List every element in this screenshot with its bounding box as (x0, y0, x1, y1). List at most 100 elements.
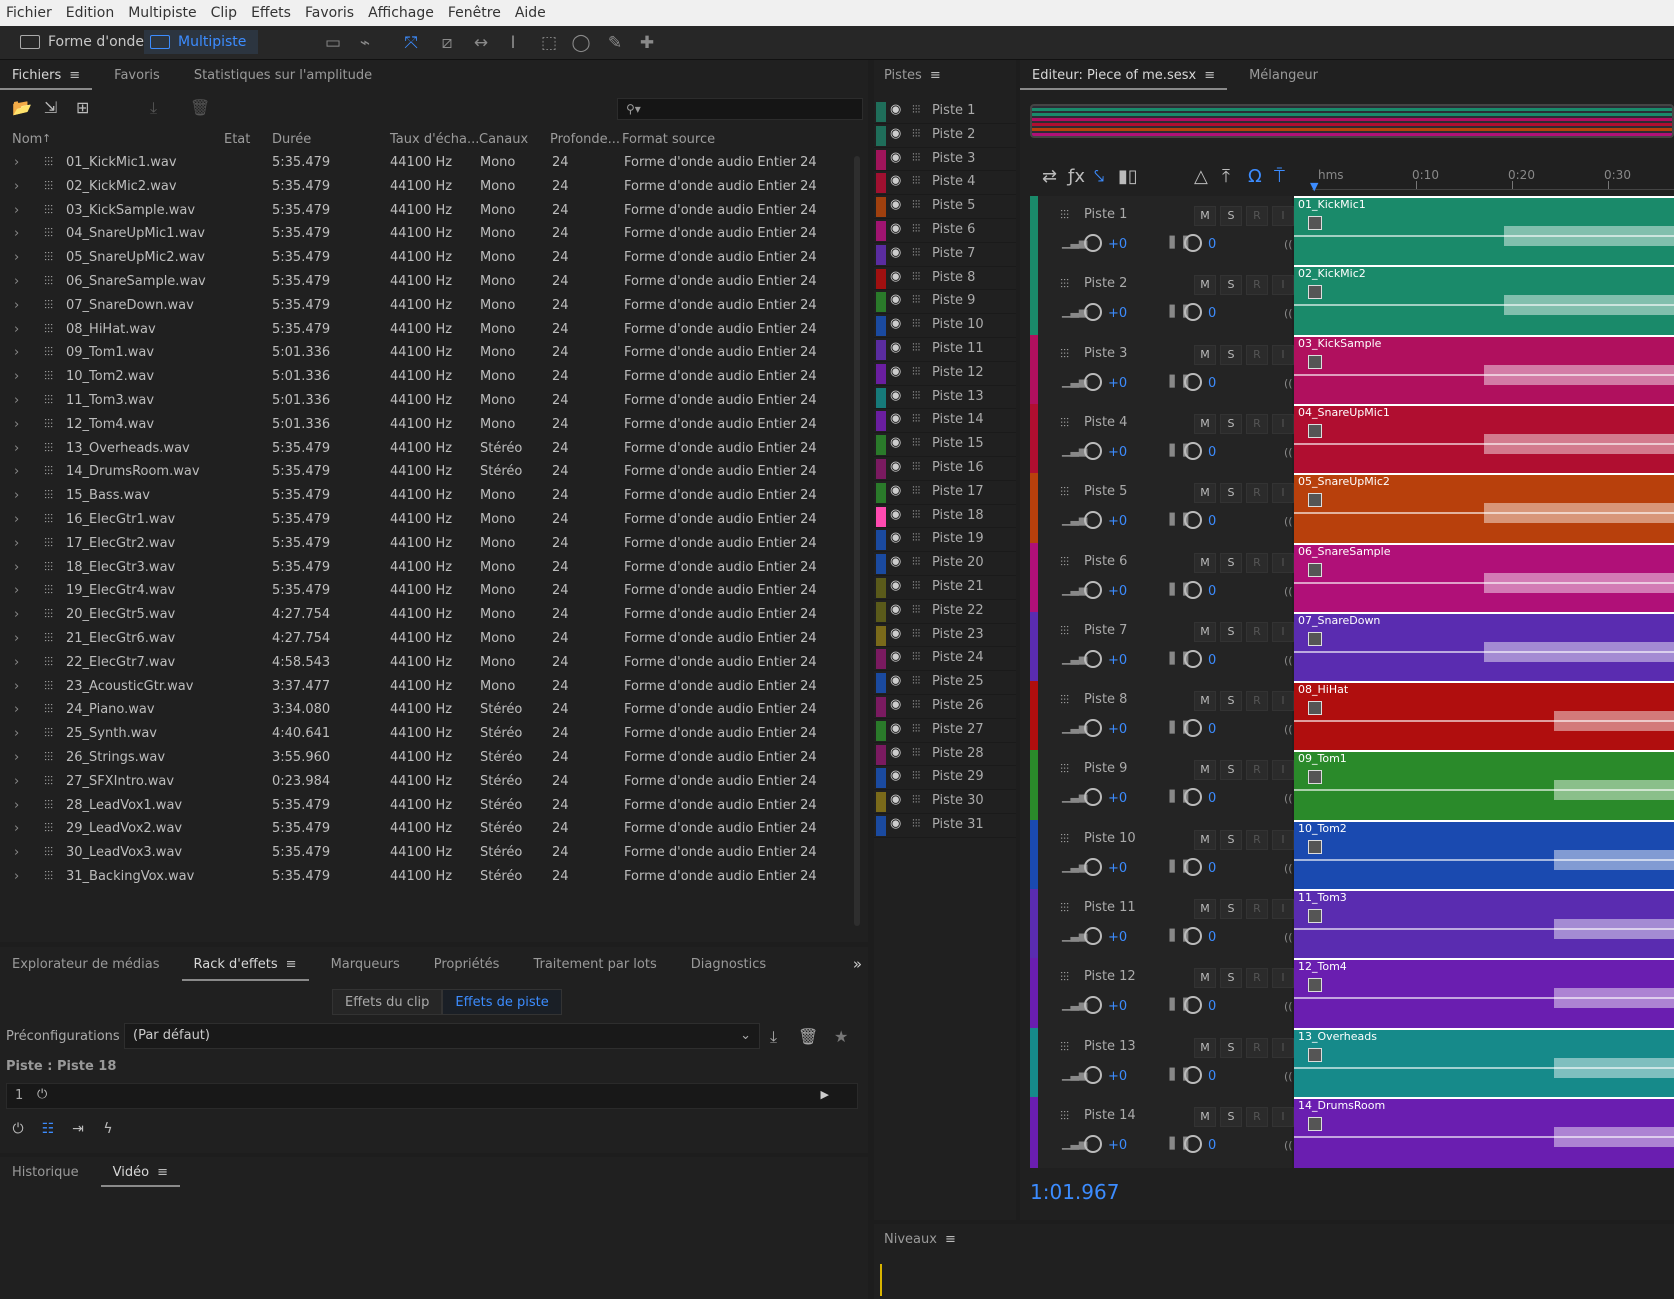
session-overview[interactable] (1030, 104, 1674, 138)
track-list-item[interactable]: ◉ ⫶⫶⫶ Piste 8 (874, 267, 1016, 291)
track-list-item[interactable]: ◉ ⫶⫶⫶ Piste 14 (874, 409, 1016, 434)
eye-icon[interactable]: ◉ (890, 364, 901, 379)
track-r-button[interactable]: R (1246, 344, 1268, 365)
track-m-button[interactable]: M (1194, 483, 1216, 504)
track-header-name[interactable]: Piste 2 (1084, 276, 1127, 291)
track-list-item[interactable]: ◉ ⫶⫶⫶ Piste 11 (874, 338, 1016, 362)
menu-item[interactable]: Favoris (305, 5, 354, 21)
pitch-display-icon[interactable]: ⌁ (354, 32, 376, 54)
file-row[interactable]: › ⫶⫶⫶ 24_Piano.wav 3:34.080 44100 Hz Stéréo 24… (0, 699, 852, 723)
tab[interactable]: Propriétés (422, 947, 512, 983)
expand-chevron-icon[interactable]: › (14, 631, 19, 646)
track-lane[interactable]: ⫶⫶⫶Piste 3MSRI▁▃▅+0▕▌▐▏0((•))03_KickSamp… (1030, 334, 1674, 409)
volume-value[interactable]: +0 (1108, 930, 1127, 945)
eye-icon[interactable]: ◉ (890, 388, 901, 403)
track-list-item[interactable]: ◉ ⫶⫶⫶ Piste 31 (874, 814, 1016, 838)
volume-knob[interactable] (1084, 372, 1102, 391)
track-list-item[interactable]: ◉ ⫶⫶⫶ Piste 7 (874, 243, 1016, 267)
track-list-item[interactable]: ◉ ⫶⫶⫶ Piste 28 (874, 743, 1016, 767)
track-i-button[interactable]: I (1272, 899, 1294, 919)
eye-icon[interactable]: ◉ (890, 507, 901, 522)
file-row[interactable]: › ⫶⫶⫶ 18_ElecGtr3.wav 5:35.479 44100 Hz Mono 2… (0, 557, 852, 581)
eye-icon[interactable]: ◉ (890, 316, 901, 331)
column-header[interactable]: Canaux (479, 132, 528, 147)
pan-value[interactable]: 0 (1208, 514, 1216, 529)
eye-icon[interactable]: ◉ (890, 602, 901, 617)
volume-knob[interactable] (1084, 234, 1102, 252)
file-row[interactable]: › ⫶⫶⫶ 12_Tom4.wav 5:01.336 44100 Hz Mono 24 For… (0, 414, 852, 438)
track-r-button[interactable]: R (1246, 275, 1268, 296)
track-m-button[interactable]: M (1194, 552, 1216, 573)
more-tabs-icon[interactable]: » (853, 955, 862, 973)
file-row[interactable]: › ⫶⫶⫶ 19_ElecGtr4.wav 5:35.479 44100 Hz Mono 2… (0, 580, 852, 604)
track-s-button[interactable]: S (1220, 968, 1242, 989)
track-lane[interactable]: ⫶⫶⫶Piste 6MSRI▁▃▅+0▕▌▐▏0((•))06_SnareSam… (1030, 542, 1674, 617)
volume-value[interactable]: +0 (1108, 445, 1127, 460)
panel-menu-icon[interactable]: ≡ (930, 60, 941, 92)
snap-icon[interactable]: ⍑ (1274, 166, 1285, 187)
timeline-ruler[interactable]: hms 0:10 0:20 0:30 (1312, 164, 1674, 190)
track-r-button[interactable]: R (1246, 968, 1268, 989)
menu-item[interactable]: Clip (211, 5, 237, 21)
file-row[interactable]: › ⫶⫶⫶ 08_HiHat.wav 5:35.479 44100 Hz Mono 24 Fo… (0, 319, 852, 343)
pan-knob[interactable] (1184, 372, 1202, 391)
eye-icon[interactable]: ◉ (890, 173, 901, 188)
volume-value[interactable]: +0 (1108, 1138, 1127, 1153)
track-m-button[interactable]: M (1194, 413, 1216, 434)
file-row[interactable]: › ⫶⫶⫶ 26_Strings.wav 3:55.960 44100 Hz Stéréo… (0, 747, 852, 771)
track-i-button[interactable]: I (1272, 206, 1294, 226)
volume-knob[interactable] (1084, 927, 1102, 945)
eye-icon[interactable]: ◉ (890, 459, 901, 474)
audio-clip[interactable]: 01_KickMic1 (1294, 196, 1674, 268)
eye-icon[interactable]: ◉ (890, 269, 901, 284)
pan-knob[interactable] (1184, 441, 1202, 460)
input-monitor-icon[interactable]: ⤒ (1222, 166, 1230, 187)
expand-chevron-icon[interactable]: › (14, 464, 19, 479)
volume-value[interactable]: +0 (1108, 999, 1127, 1014)
expand-chevron-icon[interactable]: › (14, 298, 19, 313)
pan-value[interactable]: 0 (1208, 1069, 1216, 1084)
audio-clip[interactable]: 05_SnareUpMic2 (1294, 473, 1674, 545)
track-header-name[interactable]: Piste 10 (1084, 831, 1136, 846)
track-s-button[interactable]: S (1220, 899, 1242, 919)
file-row[interactable]: › ⫶⫶⫶ 11_Tom3.wav 5:01.336 44100 Hz Mono 24 For… (0, 390, 852, 414)
eye-icon[interactable]: ◉ (890, 626, 901, 641)
track-s-button[interactable]: S (1220, 1037, 1242, 1058)
track-r-button[interactable]: R (1246, 691, 1268, 712)
eye-icon[interactable]: ◉ (890, 530, 901, 545)
track-list-item[interactable]: ◉ ⫶⫶⫶ Piste 20 (874, 552, 1016, 576)
eye-icon[interactable]: ◉ (890, 292, 901, 307)
pan-value[interactable]: 0 (1208, 791, 1216, 806)
audio-clip[interactable]: 09_Tom1 (1294, 750, 1674, 822)
track-lane[interactable]: ⫶⫶⫶Piste 4MSRI▁▃▅+0▕▌▐▏0((•))04_SnareUpM… (1030, 403, 1674, 478)
menu-item[interactable]: Multipiste (128, 5, 196, 21)
file-row[interactable]: › ⫶⫶⫶ 15_Bass.wav 5:35.479 44100 Hz Mono 24 For… (0, 485, 852, 509)
spectral-display-icon[interactable]: ▭ (322, 32, 344, 54)
audio-clip[interactable]: 14_DrumsRoom (1294, 1096, 1674, 1169)
eye-icon[interactable]: ◉ (890, 721, 901, 736)
volume-knob[interactable] (1084, 580, 1102, 599)
track-m-button[interactable]: M (1194, 968, 1216, 989)
pan-value[interactable]: 0 (1208, 653, 1216, 668)
track-m-button[interactable]: M (1194, 621, 1216, 642)
audio-clip[interactable]: 08_HiHat (1294, 681, 1674, 753)
track-list-item[interactable]: ◉ ⫶⫶⫶ Piste 19 (874, 528, 1016, 553)
track-lane[interactable]: ⫶⫶⫶Piste 2MSRI▁▃▅+0▕▌▐▏0((•))02_KickMic2 (1030, 265, 1674, 339)
tab[interactable]: Rack d'effets ≡ (181, 949, 309, 981)
track-r-button[interactable]: R (1246, 206, 1268, 226)
volume-value[interactable]: +0 (1108, 514, 1127, 529)
expand-chevron-icon[interactable]: › (14, 845, 19, 860)
pan-knob[interactable] (1184, 649, 1202, 668)
track-i-button[interactable]: I (1272, 691, 1294, 712)
expand-chevron-icon[interactable]: › (14, 750, 19, 765)
track-header-name[interactable]: Piste 1 (1084, 207, 1127, 222)
volume-knob[interactable] (1084, 857, 1102, 876)
expand-chevron-icon[interactable]: › (14, 155, 19, 170)
pan-knob[interactable] (1184, 1134, 1202, 1153)
track-list-item[interactable]: ◉ ⫶⫶⫶ Piste 2 (874, 124, 1016, 148)
track-list-item[interactable]: ◉ ⫶⫶⫶ Piste 3 (874, 148, 1016, 172)
insert-icon[interactable]: ⤓ (150, 98, 157, 118)
spot-healing-tool-icon[interactable]: ✚ (636, 32, 658, 54)
eye-icon[interactable]: ◉ (890, 245, 901, 260)
save-preset-icon[interactable]: ⤓ (770, 1027, 777, 1047)
